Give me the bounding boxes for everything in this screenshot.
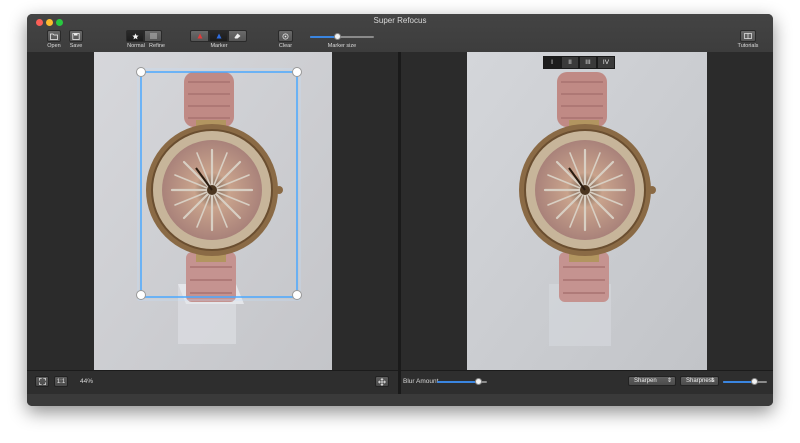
tutorials-button[interactable] (740, 30, 756, 42)
refine-mode-button[interactable] (144, 30, 162, 42)
sharpness-popup[interactable]: Sharpness ⇕ (680, 376, 719, 386)
marker-red-button[interactable] (190, 30, 209, 42)
save-icon (72, 32, 80, 40)
pan-button[interactable] (375, 376, 389, 387)
preview-tab-2[interactable]: II (561, 56, 579, 69)
normal-mode-button[interactable] (126, 30, 144, 42)
fit-to-window-button[interactable] (35, 376, 49, 387)
original-image-pane[interactable] (27, 52, 398, 370)
popup-arrows-icon: ⇕ (666, 378, 672, 384)
triangle-up-icon (197, 33, 202, 39)
window-bottom-edge (27, 394, 773, 406)
selection-handle-bottom-left[interactable] (136, 290, 146, 300)
preview-image-pane[interactable] (401, 52, 773, 370)
fit-icon (38, 378, 46, 385)
move-icon (378, 377, 386, 386)
window-title: Super Refocus (373, 16, 427, 25)
popup-arrows-icon: ⇕ (709, 378, 715, 384)
right-status-bar: Blur Amount Sharpen ⇕ Sharpness ⇕ (401, 370, 773, 395)
left-status-bar: 1:1 44% (27, 370, 398, 395)
refine-label: Refine (149, 43, 165, 49)
sharpen-popup-value: Sharpen (634, 378, 657, 384)
triangle-up-icon (216, 33, 221, 39)
selection-handle-top-right[interactable] (292, 67, 302, 77)
preview-tab-1[interactable]: I (543, 56, 561, 69)
open-icon (50, 33, 58, 40)
tutorials-label: Tutorials (737, 43, 759, 49)
marker-blue-button[interactable] (209, 30, 228, 42)
book-icon (744, 33, 752, 39)
clear-button[interactable] (278, 30, 293, 42)
clear-icon (282, 33, 289, 39)
open-button[interactable] (47, 30, 61, 42)
marker-size-slider-fill (310, 36, 337, 38)
zoom-level: 44% (80, 378, 94, 385)
selection-handle-bottom-right[interactable] (292, 290, 302, 300)
clear-label: Clear (278, 43, 293, 49)
save-button[interactable] (69, 30, 83, 42)
preview-photo (467, 52, 707, 370)
marker-label: Marker (210, 43, 228, 49)
preview-tab-4[interactable]: IV (597, 56, 615, 69)
blur-amount-slider-knob[interactable] (475, 378, 482, 385)
app-window: Super Refocus Open Save Normal Refine Ma… (27, 14, 773, 406)
sharpness-slider-fill (723, 381, 754, 383)
selection-rectangle[interactable] (127, 66, 307, 306)
open-label: Open (47, 43, 61, 49)
eraser-icon (234, 33, 241, 39)
eraser-button[interactable] (228, 30, 247, 42)
blur-amount-label: Blur Amount (403, 378, 439, 385)
list-icon (149, 33, 157, 39)
marker-size-slider-knob[interactable] (334, 33, 341, 40)
actual-size-button[interactable]: 1:1 (54, 376, 68, 387)
marker-size-label: Marker size (327, 43, 357, 49)
preview-mode-tabs: I II III IV (543, 56, 615, 69)
normal-label: Normal (127, 43, 145, 49)
watch-photo-image (467, 52, 707, 370)
blur-amount-slider-fill (437, 381, 478, 383)
sharpness-slider-knob[interactable] (751, 378, 758, 385)
star-icon (131, 32, 139, 39)
preview-tab-3[interactable]: III (579, 56, 597, 69)
selection-handle-top-left[interactable] (136, 67, 146, 77)
sharpen-popup[interactable]: Sharpen ⇕ (628, 376, 676, 386)
save-label: Save (69, 43, 83, 49)
